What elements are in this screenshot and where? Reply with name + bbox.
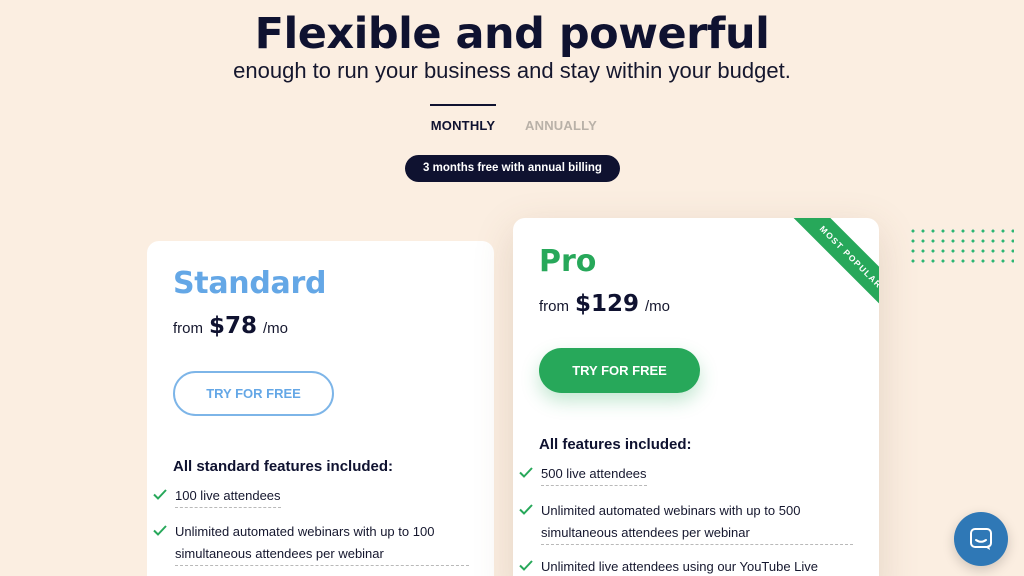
pro-feature-text: Unlimited automated webinars with up to … [541,503,801,518]
pro-feature-item: 500 live attendees [518,463,647,486]
pro-features-title: All features included: [539,436,692,453]
standard-price-amount: $78 [209,313,258,339]
pro-price-prefix: from [539,298,569,315]
pro-feature-text: Unlimited live attendees using our YouTu… [541,559,819,574]
standard-price-prefix: from [173,320,203,337]
standard-feature-text: Unlimited automated webinars with up to … [175,524,435,539]
standard-feature-text-cont: simultaneous attendees per webinar [175,543,469,566]
decorative-dot-grid [908,226,1014,268]
pro-price: from $129 /mo [539,291,670,317]
tab-monthly[interactable]: MONTHLY [430,104,496,134]
pro-plan-name: Pro [539,244,597,279]
billing-tabs: MONTHLY ANNUALLY [0,104,1024,134]
pro-feature-item: Unlimited automated webinars with up to … [518,500,853,545]
standard-feature-text: 100 live attendees [175,485,281,508]
check-icon [153,489,167,500]
page-subtitle: enough to run your business and stay wit… [233,58,791,83]
chat-launcher-button[interactable] [954,512,1008,566]
pro-feature-text-cont: simultaneous attendees per webinar [541,522,853,545]
check-icon [519,467,533,478]
chat-icon [970,528,992,550]
pro-feature-item: Unlimited live attendees using our YouTu… [518,556,818,576]
tab-annually[interactable]: ANNUALLY [524,104,598,134]
pro-price-suffix: /mo [645,298,671,315]
standard-feature-item: Unlimited automated webinars with up to … [152,521,469,566]
ribbon-label: MOST POPULAR [785,218,879,323]
standard-feature-item: 100 live attendees [152,485,281,508]
standard-features-title: All standard features included: [173,458,394,475]
promo-badge: 3 months free with annual billing [405,155,620,182]
pro-feature-text: 500 live attendees [541,463,647,486]
most-popular-ribbon: MOST POPULAR [759,218,879,338]
check-icon [519,560,533,571]
pro-feature-multiline: Unlimited automated webinars with up to … [541,500,853,545]
check-icon [519,504,533,515]
standard-try-free-button[interactable]: TRY FOR FREE [173,371,334,416]
standard-plan-name: Standard [173,266,327,301]
pricing-page: Flexible and powerful enough to run your… [0,0,1024,576]
standard-feature-multiline: Unlimited automated webinars with up to … [175,521,469,566]
pro-try-free-button[interactable]: TRY FOR FREE [539,348,700,393]
standard-price: from $78 /mo [173,313,288,339]
standard-price-suffix: /mo [263,320,289,337]
page-title: Flexible and powerful [254,9,770,59]
pro-price-amount: $129 [575,291,640,317]
check-icon [153,525,167,536]
